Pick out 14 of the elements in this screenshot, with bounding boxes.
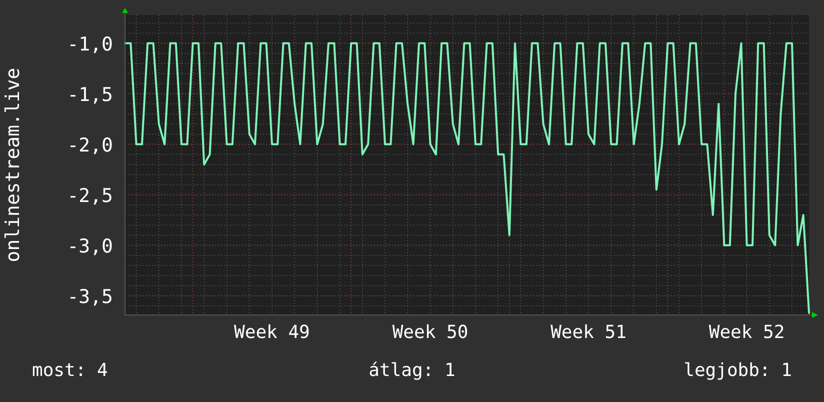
x-tick-label: Week 50	[392, 322, 468, 343]
y-tick-label: -1,0	[67, 33, 113, 56]
x-tick-label: Week 52	[708, 322, 785, 343]
best-value: legjobb: 1	[684, 360, 792, 381]
y-tick-label: -3,0	[67, 235, 113, 258]
y-tick-label: -1,5	[67, 84, 113, 106]
y-tick-label: -2,5	[67, 184, 113, 207]
y-tick-label: -3,5	[67, 286, 113, 308]
y-axis-title: onlinestream.live	[2, 68, 24, 262]
y-tick-label: -2,0	[67, 134, 113, 156]
x-tick-label: Week 51	[550, 322, 626, 343]
current-value: most: 4	[32, 360, 108, 381]
average-value: átlag: 1	[368, 360, 456, 381]
x-tick-label: Week 49	[234, 322, 310, 343]
